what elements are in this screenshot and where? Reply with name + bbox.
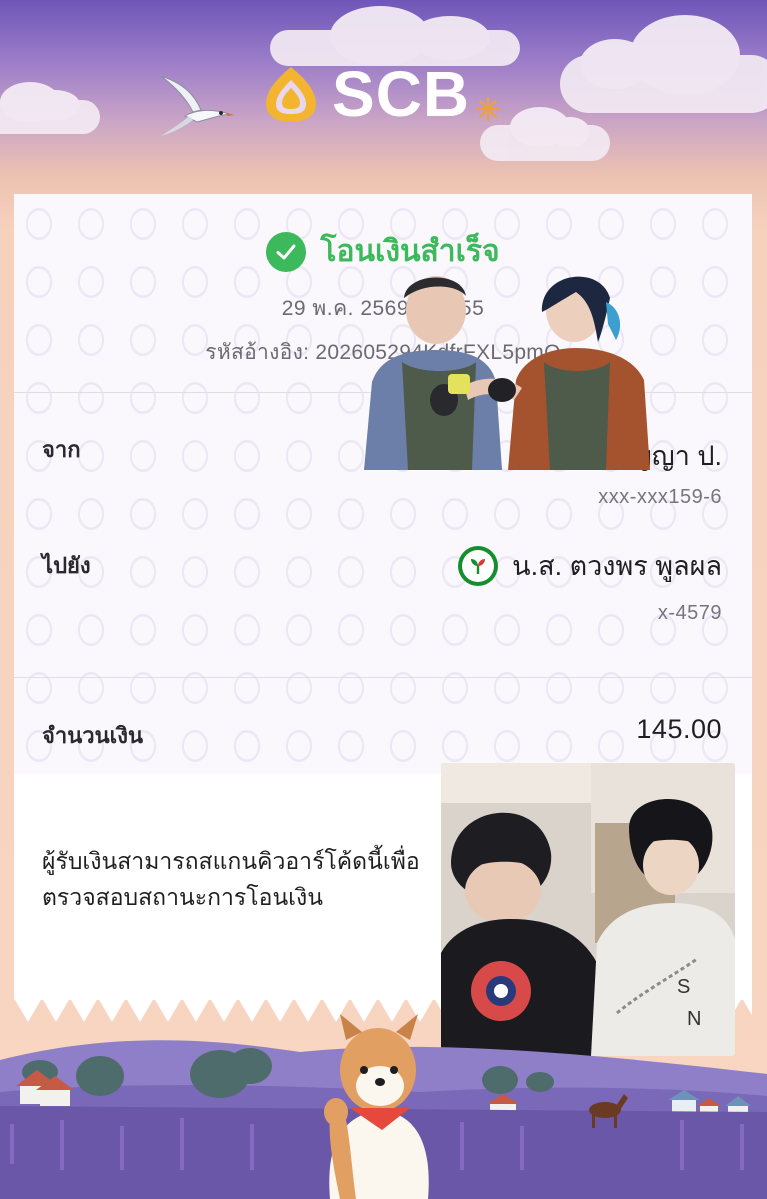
header: SCB	[0, 0, 767, 190]
recipient-name: น.ส. ตวงพร พูลผล	[512, 551, 722, 581]
divider	[14, 677, 752, 678]
overlay-photo	[344, 262, 652, 470]
scb-bodhi-leaf-icon	[266, 67, 316, 122]
scb-logo: SCB	[262, 62, 470, 126]
sparkle-icon	[475, 96, 501, 122]
cloud-decoration	[480, 107, 610, 161]
cloud-decoration	[560, 15, 767, 113]
kbank-logo-icon	[458, 545, 499, 586]
recipient-account: x-4579	[657, 602, 722, 624]
tern-bird-icon	[160, 75, 234, 136]
recipient-row: น.ส. ตวงพร พูลผล	[458, 544, 722, 587]
amount-label: จำนวนเงิน	[42, 723, 143, 748]
sender-account: xxx-xxx159-6	[598, 486, 722, 508]
logo-text: SCB	[332, 58, 471, 130]
to-label: ไปยัง	[42, 553, 91, 578]
cloud-decoration	[0, 82, 100, 134]
check-circle-icon	[266, 231, 307, 272]
amount-value: 145.00	[636, 714, 722, 744]
lavender-field-scene	[0, 1014, 767, 1199]
svg-text:S: S	[677, 976, 690, 998]
qr-verification-note: ผู้รับเงินสามารถสแกนคิวอาร์โค้ดนี้เพื่อต…	[42, 848, 420, 910]
from-label: จาก	[42, 437, 81, 462]
